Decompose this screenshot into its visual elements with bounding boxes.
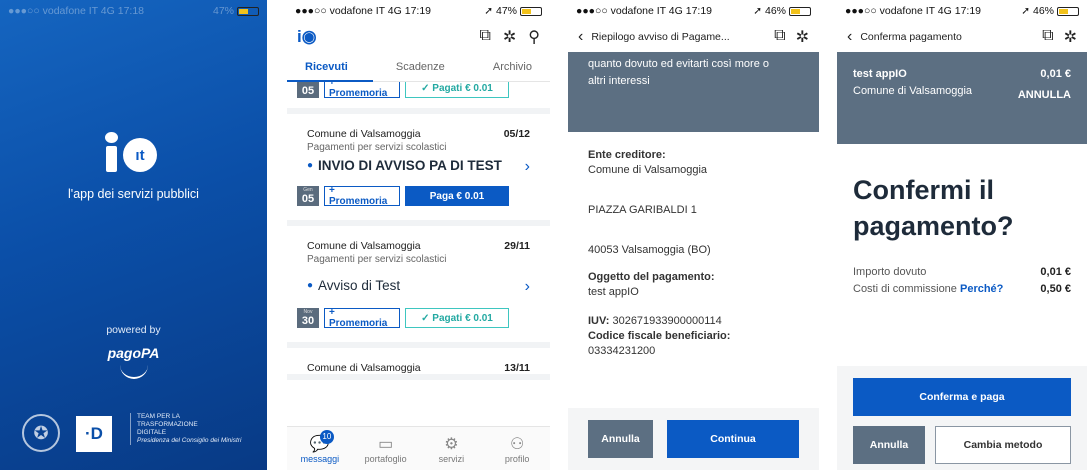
wallet-icon: ▭ [378, 435, 394, 453]
message-tabs: Ricevuti Scadenze Archivio [287, 52, 550, 82]
why-fee-link[interactable]: Perché? [960, 283, 1003, 295]
payment-summary: test appIO 0,01 € Comune di Valsamoggia AN… [837, 52, 1087, 144]
chevron-right-icon[interactable]: › [525, 158, 530, 176]
status-bar: ●●●○○ vodafone IT 4G 17:18 47% [0, 0, 267, 22]
list-item[interactable]: Comune di Valsamoggia 05/12 Pagamenti per… [287, 114, 550, 226]
services-icon: ⚙ [444, 435, 459, 453]
confirm-heading: Confermi il pagamento? [853, 175, 1014, 241]
bug-icon[interactable]: ✲ [1064, 27, 1077, 47]
message-list[interactable]: 05 + Promemoria ✓ Pagati € 0.01 Comune d… [287, 82, 550, 426]
messages-icon: 💬 10 [290, 429, 350, 454]
unread-dot-icon: ● [307, 280, 314, 291]
tab-ricevuti[interactable]: Ricevuti [305, 61, 348, 73]
info-banner: quanto dovuto ed evitarti così more o al… [568, 52, 819, 132]
splash-screen: ●●●○○ vodafone IT 4G 17:18 47% ıt l'app … [0, 0, 267, 470]
calendar-icon: 05 [297, 82, 319, 98]
page-title: Conferma pagamento [860, 31, 962, 43]
paid-button[interactable]: ✓ Pagati € 0.01 [405, 308, 509, 328]
unread-dot-icon: ● [307, 160, 314, 171]
list-item[interactable]: 05 + Promemoria ✓ Pagati € 0.01 [287, 82, 550, 114]
status-bar: ●●●○○ vodafone IT 4G 17:19 ➚ 47% [287, 0, 550, 22]
change-method-button[interactable]: Cambia metodo [935, 426, 1071, 464]
back-arrow-icon[interactable]: ‹ [578, 28, 583, 46]
message-title: INVIO DI AVVISO PA DI TEST [318, 158, 502, 173]
team-digitale-logo: ·D [76, 416, 112, 452]
tab-scadenze[interactable]: Scadenze [396, 61, 445, 73]
status-bar: ●●●○○ vodafone IT 4G 17:19 ➚ 46% [837, 0, 1087, 22]
footer-actions: Conferma e paga Annulla Cambia metodo [837, 366, 1087, 470]
nav-servizi[interactable]: ⚙ servizi [421, 434, 481, 464]
chat-icon[interactable]: ⧉ [774, 27, 785, 47]
nav-profilo[interactable]: ⚇ profilo [487, 434, 547, 464]
cost-breakdown: Importo dovuto 0,01 € Costi di commission… [853, 266, 1071, 295]
nav-messaggi[interactable]: 💬 10 messaggi [290, 429, 350, 464]
battery-icon [520, 6, 542, 16]
page-title: Riepilogo avviso di Pagame... [591, 31, 730, 43]
bug-icon[interactable]: ✲ [503, 27, 516, 47]
list-item[interactable]: Comune di Valsamoggia 29/11 Pagamenti per… [287, 226, 550, 348]
bug-icon[interactable]: ✲ [796, 27, 809, 47]
cancel-button[interactable]: Annulla [588, 420, 654, 458]
battery-icon [1057, 6, 1079, 16]
continue-button[interactable]: Continua [667, 420, 799, 458]
chat-icon[interactable]: ⧉ [479, 27, 490, 47]
message-title: Avviso di Test [318, 278, 401, 293]
confirm-pay-button[interactable]: Conferma e paga [853, 378, 1071, 416]
battery-icon [237, 6, 259, 16]
pagopa-logo: pagoPA [107, 345, 160, 361]
toolbar: ‹ Riepilogo avviso di Pagame... ⧉ ✲ [568, 22, 819, 52]
messages-screen: ●●●○○ vodafone IT 4G 17:19 ➚ 47% i◉ ⧉ ✲ … [287, 0, 550, 470]
reminder-button[interactable]: + Promemoria [324, 307, 400, 329]
pagopa-arc-icon [120, 365, 148, 379]
io-logo: ıt [104, 132, 164, 172]
unread-badge: 10 [319, 429, 334, 444]
pay-button[interactable]: Paga € 0.01 [405, 186, 509, 206]
paid-button[interactable]: ✓ Pagati € 0.01 [405, 82, 509, 98]
toolbar: i◉ ⧉ ✲ ⚲ [287, 22, 550, 52]
list-item[interactable]: Comune di Valsamoggia 13/11 [287, 348, 550, 380]
powered-by-label: powered by [106, 324, 161, 336]
battery-icon [789, 6, 811, 16]
reminder-button[interactable]: + Promemoria [324, 185, 400, 207]
back-arrow-icon[interactable]: ‹ [847, 28, 852, 46]
cancel-button[interactable]: Annulla [853, 426, 925, 464]
tab-archivio[interactable]: Archivio [493, 61, 532, 73]
team-digitale-label: TEAM PER LA TRASFORMAZIONE DIGITALE Pres… [130, 413, 241, 445]
notice-summary-screen: ●●●○○ vodafone IT 4G 17:19 ➚ 46% ‹ Riepi… [568, 0, 819, 470]
nav-portafoglio[interactable]: ▭ portafoglio [356, 434, 416, 464]
reminder-button[interactable]: + Promemoria [324, 82, 400, 99]
chat-icon[interactable]: ⧉ [1042, 27, 1053, 47]
io-logo: i◉ [297, 27, 317, 46]
calendar-icon: Nov 30 [297, 308, 319, 328]
confirm-payment-screen: ●●●○○ vodafone IT 4G 17:19 ➚ 46% ‹ Confe… [837, 0, 1087, 470]
republic-emblem-icon: ✪ [22, 414, 60, 452]
bottom-nav: 💬 10 messaggi ▭ portafoglio ⚙ servizi ⚇ p… [287, 426, 550, 470]
app-tagline: l'app dei servizi pubblici [68, 187, 199, 201]
search-icon[interactable]: ⚲ [528, 27, 540, 47]
toolbar: ‹ Conferma pagamento ⧉ ✲ [837, 22, 1087, 52]
calendar-icon: Gen 05 [297, 186, 319, 206]
profile-icon: ⚇ [509, 435, 525, 453]
chevron-right-icon[interactable]: › [525, 278, 530, 296]
status-bar: ●●●○○ vodafone IT 4G 17:19 ➚ 46% [568, 0, 819, 22]
notice-details: Ente creditore: Comune di Valsamoggia PI… [588, 149, 731, 357]
annulla-link[interactable]: ANNULLA [1018, 87, 1071, 104]
footer-actions: Annulla Continua [568, 408, 819, 470]
